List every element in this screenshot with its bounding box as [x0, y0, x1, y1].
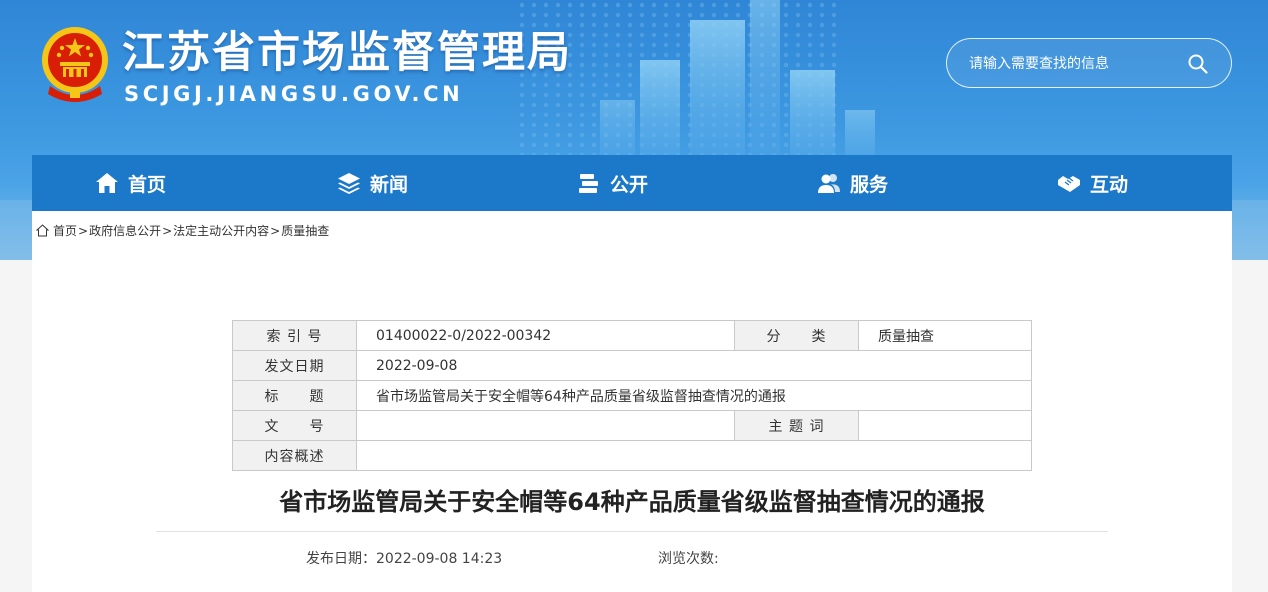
main-content: 首页 > 政府信息公开 > 法定主动公开内容 > 质量抽查 索 引 号 0140…: [32, 211, 1232, 592]
date-value: 2022-09-08: [356, 350, 1032, 381]
people-icon: [818, 174, 840, 193]
publish-date-label: 发布日期：: [306, 551, 376, 567]
publish-date-value: 2022-09-08 14:23: [376, 551, 503, 567]
nav-label-news: 新闻: [370, 173, 409, 196]
nav-item-news[interactable]: 新闻: [336, 155, 408, 211]
table-row: 发文日期 2022-09-08: [232, 350, 1032, 381]
table-row: 内容概述: [232, 440, 1032, 471]
view-count-label: 浏览次数:: [658, 551, 719, 567]
category-label: 分 类: [734, 320, 859, 351]
article-title: 省市场监管局关于安全帽等64种产品质量省级监督抽查情况的通报: [279, 488, 985, 516]
summary-label: 内容概述: [232, 440, 357, 471]
breadcrumb-separator: >: [162, 223, 173, 238]
nav-item-home[interactable]: 首页: [94, 155, 166, 211]
breadcrumb-separator: >: [270, 223, 281, 238]
publish-date: 发布日期：2022-09-08 14:23: [306, 548, 502, 568]
national-emblem-icon: [42, 27, 108, 102]
breadcrumb-separator: >: [78, 223, 89, 238]
search-icon[interactable]: [1187, 53, 1209, 75]
table-row: 标 题 省市场监管局关于安全帽等64种产品质量省级监督抽查情况的通报: [232, 380, 1032, 411]
title-divider: [156, 531, 1108, 532]
nav-item-service[interactable]: 服务: [816, 155, 888, 211]
site-title[interactable]: 江苏省市场监督管理局: [122, 18, 572, 80]
breadcrumb: 首页 > 政府信息公开 > 法定主动公开内容 > 质量抽查: [36, 222, 329, 239]
title-value: 省市场监管局关于安全帽等64种产品质量省级监督抽查情况的通报: [356, 380, 1032, 411]
layers-icon: [338, 173, 360, 194]
home-icon: [96, 173, 118, 193]
breadcrumb-quality-check[interactable]: 质量抽查: [281, 222, 329, 239]
title-label: 标 题: [232, 380, 357, 411]
breadcrumb-gov-info[interactable]: 政府信息公开: [89, 222, 161, 239]
nav-label-service: 服务: [850, 173, 889, 196]
search-input[interactable]: [969, 52, 1189, 76]
breadcrumb-legal-content[interactable]: 法定主动公开内容: [173, 222, 269, 239]
docno-label: 文 号: [232, 410, 357, 441]
view-count: 浏览次数:: [658, 548, 719, 568]
table-row: 索 引 号 01400022-0/2022-00342 分 类 质量抽查: [232, 320, 1032, 351]
table-row: 文 号 主 题 词: [232, 410, 1032, 441]
nav-label-home: 首页: [128, 173, 167, 196]
books-icon: [579, 174, 598, 193]
nav-label-interact: 互动: [1090, 173, 1129, 196]
nav-item-interact[interactable]: 互动: [1056, 155, 1128, 211]
summary-value: [356, 440, 1032, 471]
handshake-icon: [1058, 176, 1080, 192]
nav-item-open[interactable]: 公开: [576, 155, 648, 211]
keywords-label: 主 题 词: [734, 410, 859, 441]
site-domain: SCJGJ.JIANGSU.GOV.CN: [124, 82, 464, 106]
keywords-value: [858, 410, 1032, 441]
docno-value: [356, 410, 735, 441]
document-info-table: 索 引 号 01400022-0/2022-00342 分 类 质量抽查 发文日…: [232, 320, 1032, 471]
nav-label-open: 公开: [610, 173, 649, 196]
breadcrumb-home[interactable]: 首页: [53, 222, 77, 239]
category-value: 质量抽查: [858, 320, 1032, 351]
breadcrumb-home-icon: [36, 224, 49, 237]
search-box: [946, 38, 1232, 88]
index-value: 01400022-0/2022-00342: [356, 320, 735, 351]
date-label: 发文日期: [232, 350, 357, 381]
index-label: 索 引 号: [232, 320, 357, 351]
main-nav: 首页 新闻 公开 服务 互动: [32, 155, 1232, 211]
